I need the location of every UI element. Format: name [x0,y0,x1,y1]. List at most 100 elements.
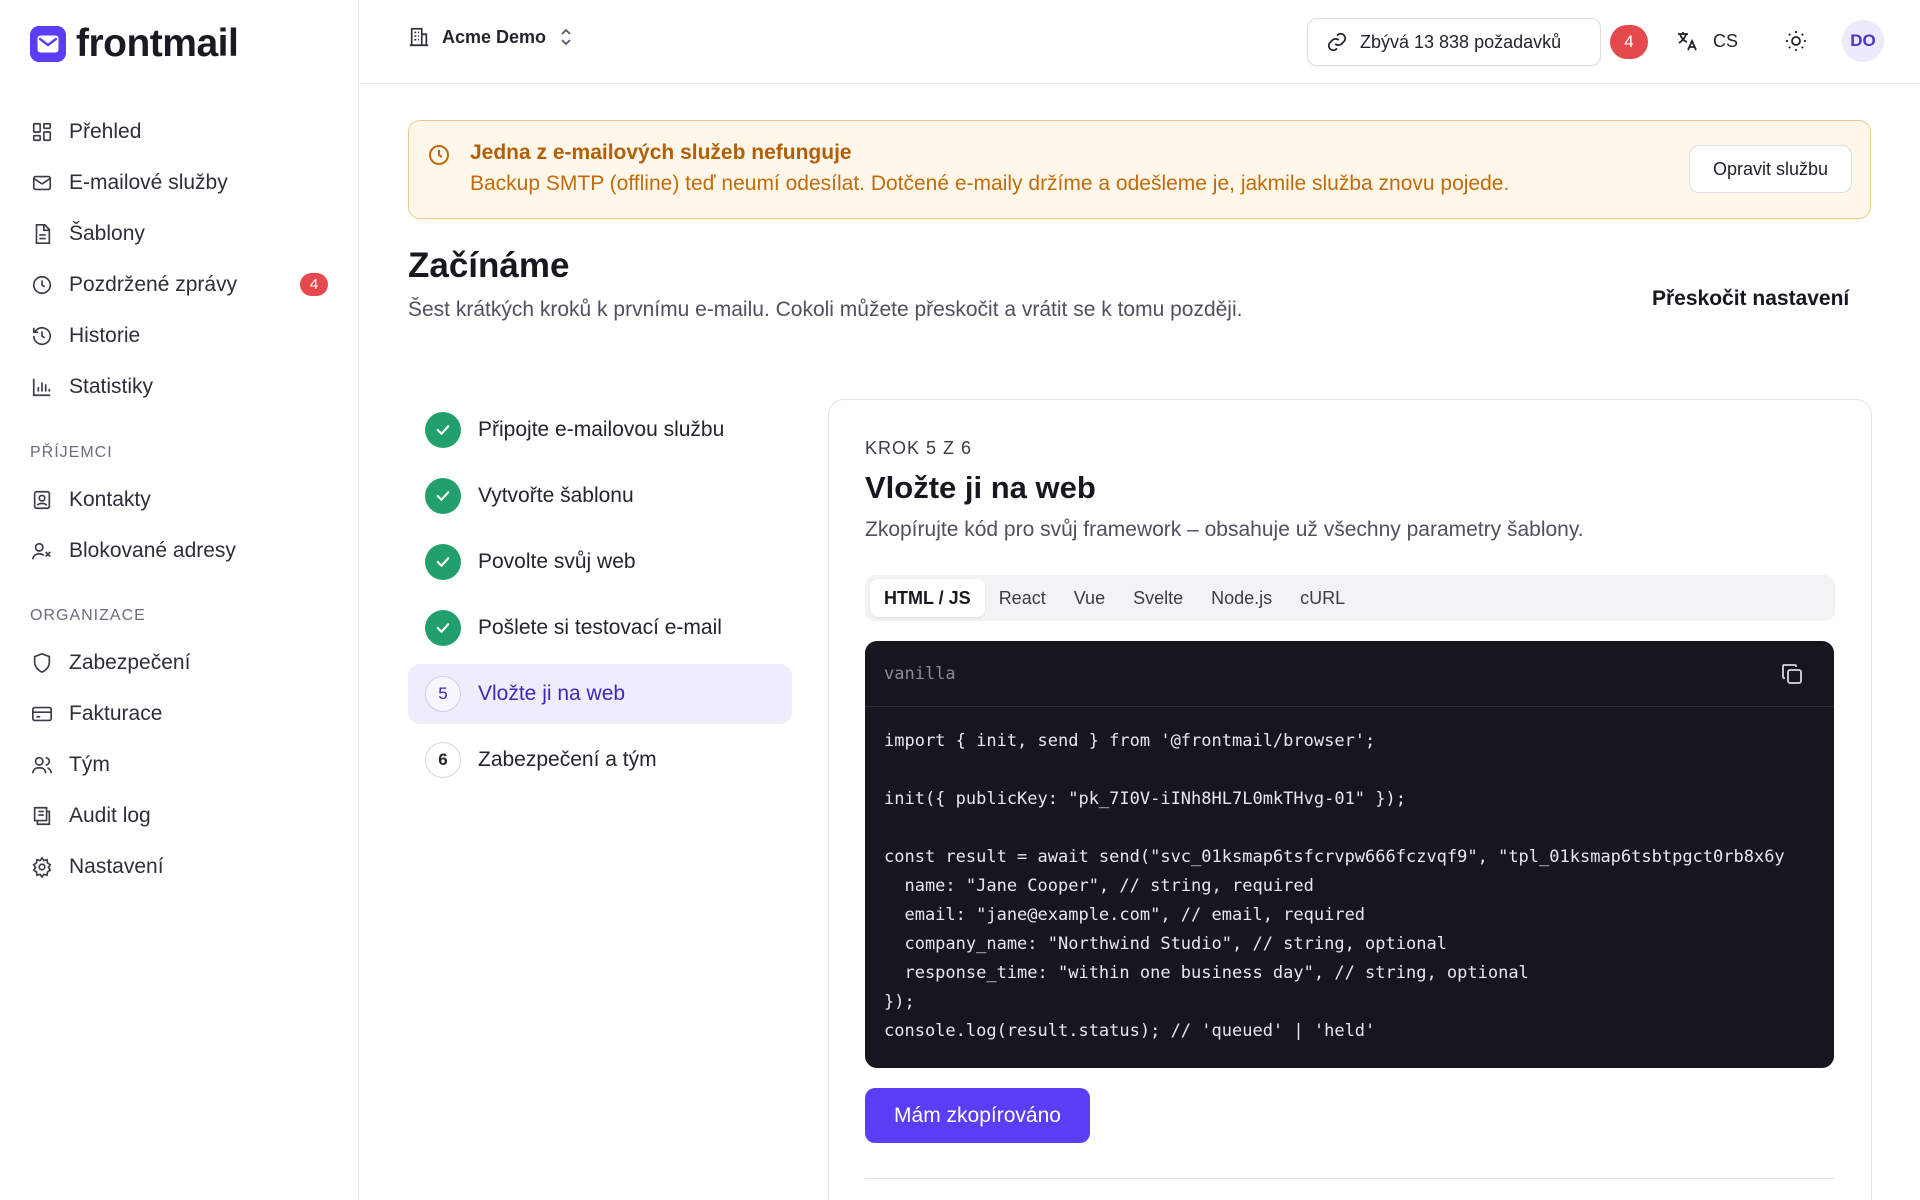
step-number: 6 [425,742,461,778]
sidebar-item-label: Tým [69,752,110,776]
code-block: vanilla import { init, send } from '@fro… [865,641,1834,1068]
clock-icon [30,273,54,297]
step-label: Vytvořte šablonu [478,484,634,507]
sidebar-item-history[interactable]: Historie [20,310,340,361]
tab-vue[interactable]: Vue [1060,579,1119,617]
service-down-alert: Jedna z e-mailových služeb nefunguje Bac… [408,120,1871,219]
sidebar-item-label: E-mailové služby [69,170,228,194]
main-nav: Přehled E-mailové služby Šablony Pozdrže… [20,106,340,412]
gear-icon [30,855,54,879]
building-icon [408,26,430,48]
code-content[interactable]: import { init, send } from '@frontmail/b… [865,707,1834,1046]
sidebar-item-label: Historie [69,323,141,347]
sun-icon [1784,29,1808,53]
recipients-section: PŘÍJEMCI Kontakty Blokované adresy [20,438,340,576]
code-header: vanilla [865,641,1834,707]
sidebar-item-team[interactable]: Tým [20,739,340,790]
page-title: Začínáme [408,246,570,285]
sidebar: frontmail Přehled E-mailové služby Šablo… [0,0,359,1200]
credit-card-icon [30,702,54,726]
sidebar-item-security[interactable]: Zabezpečení [20,637,340,688]
audit-log-icon [30,804,54,828]
step-item[interactable]: Vytvořte šablonu [408,466,792,526]
user-blocked-icon [30,539,54,563]
sidebar-item-label: Statistiky [69,374,154,398]
topbar: Acme Demo Zbývá 13 838 požadavků 4 CS DO [360,0,1920,84]
step-item[interactable]: Povolte svůj web [408,532,792,592]
tab-html-js[interactable]: HTML / JS [870,579,985,617]
divider [865,1178,1835,1179]
onboarding-steps: Připojte e-mailovou službu Vytvořte šabl… [408,400,792,796]
clock-warning-icon [427,143,451,167]
sidebar-item-statistics[interactable]: Statistiky [20,361,340,412]
tab-nodejs[interactable]: Node.js [1197,579,1286,617]
history-icon [30,324,54,348]
app-name: frontmail [76,22,239,65]
check-icon [425,610,461,646]
language-code: CS [1713,30,1739,51]
check-icon [425,478,461,514]
skip-setup-button[interactable]: Přeskočit nastavení [1652,287,1849,311]
step-label: Vložte ji na web [478,682,626,705]
step-number: 5 [425,676,461,712]
check-icon [425,544,461,580]
tab-svelte[interactable]: Svelte [1119,579,1197,617]
contact-icon [30,488,54,512]
sidebar-item-email-services[interactable]: E-mailové služby [20,157,340,208]
sidebar-item-billing[interactable]: Fakturace [20,688,340,739]
translate-icon [1675,29,1699,53]
step-item-active[interactable]: 5 Vložte ji na web [408,664,792,724]
sidebar-item-label: Zabezpečení [69,650,191,674]
step-counter: KROK 5 Z 6 [865,438,973,458]
code-variant-label: vanilla [884,663,956,684]
copy-icon[interactable] [1780,662,1804,686]
section-title: ORGANIZACE [30,607,146,624]
shield-icon [30,651,54,675]
sidebar-item-label: Přehled [69,119,142,143]
tab-curl[interactable]: cURL [1286,579,1359,617]
organization-switcher[interactable]: Acme Demo [408,26,574,48]
theme-toggle[interactable] [1784,29,1808,53]
copied-button[interactable]: Mám zkopírováno [865,1088,1090,1143]
sidebar-item-templates[interactable]: Šablony [20,208,340,259]
count-badge: 4 [300,273,328,296]
sidebar-item-label: Kontakty [69,487,151,511]
sidebar-item-settings[interactable]: Nastavení [20,841,340,892]
sidebar-item-label: Pozdržené zprávy [69,272,238,296]
framework-tabs: HTML / JS React Vue Svelte Node.js cURL [865,575,1835,621]
sidebar-item-label: Šablony [69,221,145,245]
organization-section: ORGANIZACE Zabezpečení Fakturace Tým Aud… [20,601,340,892]
sidebar-item-label: Blokované adresy [69,538,236,562]
app-logo[interactable]: frontmail [30,22,239,66]
sidebar-item-label: Nastavení [69,854,164,878]
step-card: KROK 5 Z 6 Vložte ji na web Zkopírujte k… [828,399,1872,1200]
step-item[interactable]: Připojte e-mailovou službu [408,400,792,460]
step-label: Pošlete si testovací e-mail [478,616,722,639]
card-subtitle: Zkopírujte kód pro svůj framework – obsa… [865,518,1584,541]
language-switcher[interactable]: CS [1675,29,1738,53]
sidebar-item-audit-log[interactable]: Audit log [20,790,340,841]
avatar[interactable]: DO [1842,20,1884,62]
step-item[interactable]: Pošlete si testovací e-mail [408,598,792,658]
notification-badge[interactable]: 4 [1610,25,1648,59]
envelope-logo-icon [30,26,66,62]
quota-button[interactable]: Zbývá 13 838 požadavků [1307,18,1601,66]
step-label: Připojte e-mailovou službu [478,418,725,441]
sidebar-item-prehled[interactable]: Přehled [20,106,340,157]
step-label: Povolte svůj web [478,550,636,573]
page-subtitle: Šest krátkých kroků k prvnímu e-mailu. C… [408,298,1243,321]
organization-name: Acme Demo [442,26,547,47]
card-title: Vložte ji na web [865,470,1096,505]
sidebar-item-held-messages[interactable]: Pozdržené zprávy 4 [20,259,340,310]
sidebar-item-label: Fakturace [69,701,163,725]
sidebar-item-contacts[interactable]: Kontakty [20,474,340,525]
step-item[interactable]: 6 Zabezpečení a tým [408,730,792,790]
tab-react[interactable]: React [985,579,1060,617]
sidebar-item-label: Audit log [69,803,151,827]
sidebar-item-blocked[interactable]: Blokované adresy [20,525,340,576]
quota-text: Zbývá 13 838 požadavků [1360,31,1562,52]
bar-chart-icon [30,375,54,399]
chevron-up-down-icon [558,27,574,47]
step-label: Zabezpečení a tým [478,748,657,771]
fix-service-button[interactable]: Opravit službu [1689,145,1852,193]
